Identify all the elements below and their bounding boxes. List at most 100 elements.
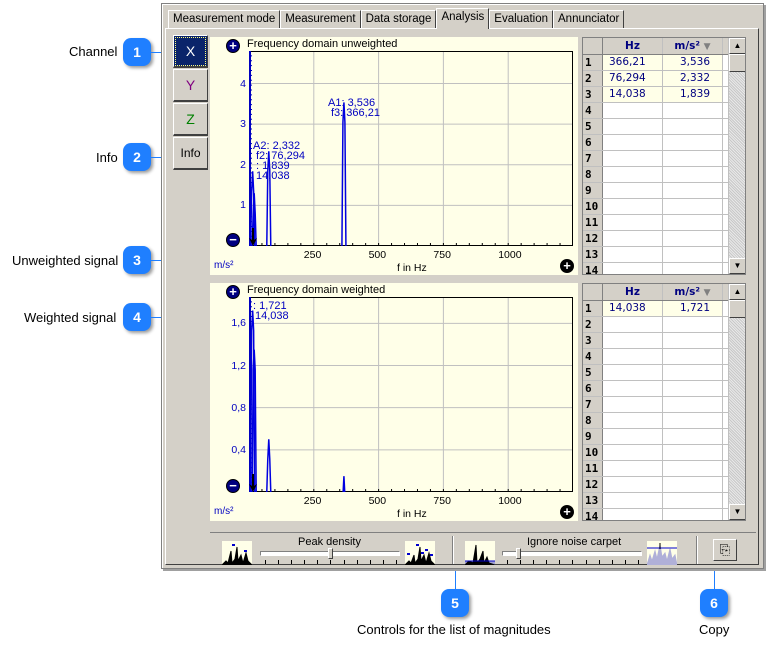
cell-frequency[interactable] [603, 247, 663, 262]
cell-magnitude[interactable] [663, 397, 723, 412]
zoom-in-y-icon[interactable]: + [226, 285, 240, 299]
cell-magnitude[interactable]: 1,721 [663, 301, 723, 316]
table-row[interactable]: 9 [583, 429, 745, 445]
cell-frequency[interactable] [603, 349, 663, 364]
table-row[interactable]: 7 [583, 397, 745, 413]
cell-frequency[interactable] [603, 461, 663, 476]
cell-frequency[interactable] [603, 429, 663, 444]
cell-frequency[interactable] [603, 119, 663, 134]
cell-magnitude[interactable] [663, 333, 723, 348]
cell-magnitude[interactable]: 1,839 [663, 87, 723, 102]
tab-data-storage[interactable]: Data storage [360, 10, 437, 28]
channel-y-button[interactable]: Y [173, 69, 208, 102]
cell-frequency[interactable] [603, 263, 663, 274]
cell-frequency[interactable] [603, 493, 663, 508]
table-row[interactable]: 5 [583, 119, 745, 135]
cell-magnitude[interactable] [663, 509, 723, 520]
cell-magnitude[interactable] [663, 317, 723, 332]
cell-magnitude[interactable] [663, 183, 723, 198]
cell-magnitude[interactable] [663, 215, 723, 230]
cell-frequency[interactable] [603, 333, 663, 348]
table-row[interactable]: 1 366,21 3,536 [583, 55, 745, 71]
cell-frequency[interactable] [603, 477, 663, 492]
table-row[interactable]: 13 [583, 247, 745, 263]
column-header-ms2[interactable]: m/s² ▼ [663, 38, 723, 54]
table-row[interactable]: 6 [583, 381, 745, 397]
cell-frequency[interactable] [603, 413, 663, 428]
table-row[interactable]: 14 [583, 509, 745, 520]
zoom-in-x-icon[interactable]: + [560, 259, 574, 273]
table-row[interactable]: 8 [583, 413, 745, 429]
cell-frequency[interactable] [603, 381, 663, 396]
table-row[interactable]: 12 [583, 477, 745, 493]
table-row[interactable]: 1 14,038 1,721 [583, 301, 745, 317]
cell-magnitude[interactable] [663, 199, 723, 214]
scroll-down-icon[interactable]: ▼ [729, 258, 745, 274]
cell-magnitude[interactable] [663, 167, 723, 182]
cell-magnitude[interactable] [663, 493, 723, 508]
peak-density-slider-knob[interactable] [327, 548, 333, 559]
zoom-in-x-icon[interactable]: + [560, 505, 574, 519]
table-row[interactable]: 4 [583, 103, 745, 119]
zoom-in-y-icon[interactable]: + [226, 39, 240, 53]
table-row[interactable]: 3 14,038 1,839 [583, 87, 745, 103]
tab-annunciator[interactable]: Annunciator [553, 10, 625, 28]
noise-carpet-slider-knob[interactable] [515, 548, 521, 559]
cell-frequency[interactable] [603, 151, 663, 166]
channel-z-button[interactable]: Z [173, 103, 208, 136]
table-row[interactable]: 7 [583, 151, 745, 167]
channel-x-button[interactable]: X [173, 35, 208, 68]
column-header-ms2[interactable]: m/s² ▼ [663, 284, 723, 300]
cell-magnitude[interactable] [663, 365, 723, 380]
cell-magnitude[interactable]: 3,536 [663, 55, 723, 70]
cell-frequency[interactable]: 76,294 [603, 71, 663, 86]
cell-frequency[interactable] [603, 445, 663, 460]
table-row[interactable]: 3 [583, 333, 745, 349]
noise-carpet-slider-track[interactable] [502, 551, 642, 556]
cell-frequency[interactable]: 14,038 [603, 301, 663, 316]
table-row[interactable]: 5 [583, 365, 745, 381]
cell-frequency[interactable] [603, 135, 663, 150]
cell-magnitude[interactable] [663, 263, 723, 274]
cell-frequency[interactable] [603, 167, 663, 182]
tab-evaluation[interactable]: Evaluation [489, 10, 553, 28]
column-header-hz[interactable]: Hz [603, 38, 663, 54]
copy-button[interactable]: ⎘ [713, 539, 737, 561]
info-button[interactable]: Info [173, 137, 208, 170]
cell-magnitude[interactable]: 2,332 [663, 71, 723, 86]
cell-magnitude[interactable] [663, 231, 723, 246]
scroll-up-icon[interactable]: ▲ [729, 38, 745, 54]
cell-magnitude[interactable] [663, 413, 723, 428]
zoom-out-y-icon[interactable]: − [226, 233, 240, 247]
cell-magnitude[interactable] [663, 247, 723, 262]
cell-magnitude[interactable] [663, 151, 723, 166]
cell-magnitude[interactable] [663, 429, 723, 444]
table-row[interactable]: 9 [583, 183, 745, 199]
cell-frequency[interactable] [603, 365, 663, 380]
cell-magnitude[interactable] [663, 119, 723, 134]
tab-measurement-mode[interactable]: Measurement mode [168, 10, 281, 28]
cell-frequency[interactable] [603, 215, 663, 230]
cell-magnitude[interactable] [663, 381, 723, 396]
cell-frequency[interactable] [603, 183, 663, 198]
cell-frequency[interactable] [603, 397, 663, 412]
table-row[interactable]: 10 [583, 199, 745, 215]
scroll-up-icon[interactable]: ▲ [729, 284, 745, 300]
table-row[interactable]: 12 [583, 231, 745, 247]
scroll-thumb[interactable] [729, 300, 745, 318]
table-row[interactable]: 13 [583, 493, 745, 509]
cell-frequency[interactable]: 366,21 [603, 55, 663, 70]
zoom-out-y-icon[interactable]: − [226, 479, 240, 493]
table-row[interactable]: 11 [583, 461, 745, 477]
cell-magnitude[interactable] [663, 461, 723, 476]
tab-measurement[interactable]: Measurement [280, 10, 361, 28]
cell-magnitude[interactable] [663, 477, 723, 492]
cell-magnitude[interactable] [663, 103, 723, 118]
column-header-hz[interactable]: Hz [603, 284, 663, 300]
scroll-down-icon[interactable]: ▼ [729, 504, 745, 520]
cell-frequency[interactable] [603, 199, 663, 214]
table-row[interactable]: 14 [583, 263, 745, 274]
table-row[interactable]: 2 76,294 2,332 [583, 71, 745, 87]
cell-frequency[interactable] [603, 103, 663, 118]
table-row[interactable]: 4 [583, 349, 745, 365]
